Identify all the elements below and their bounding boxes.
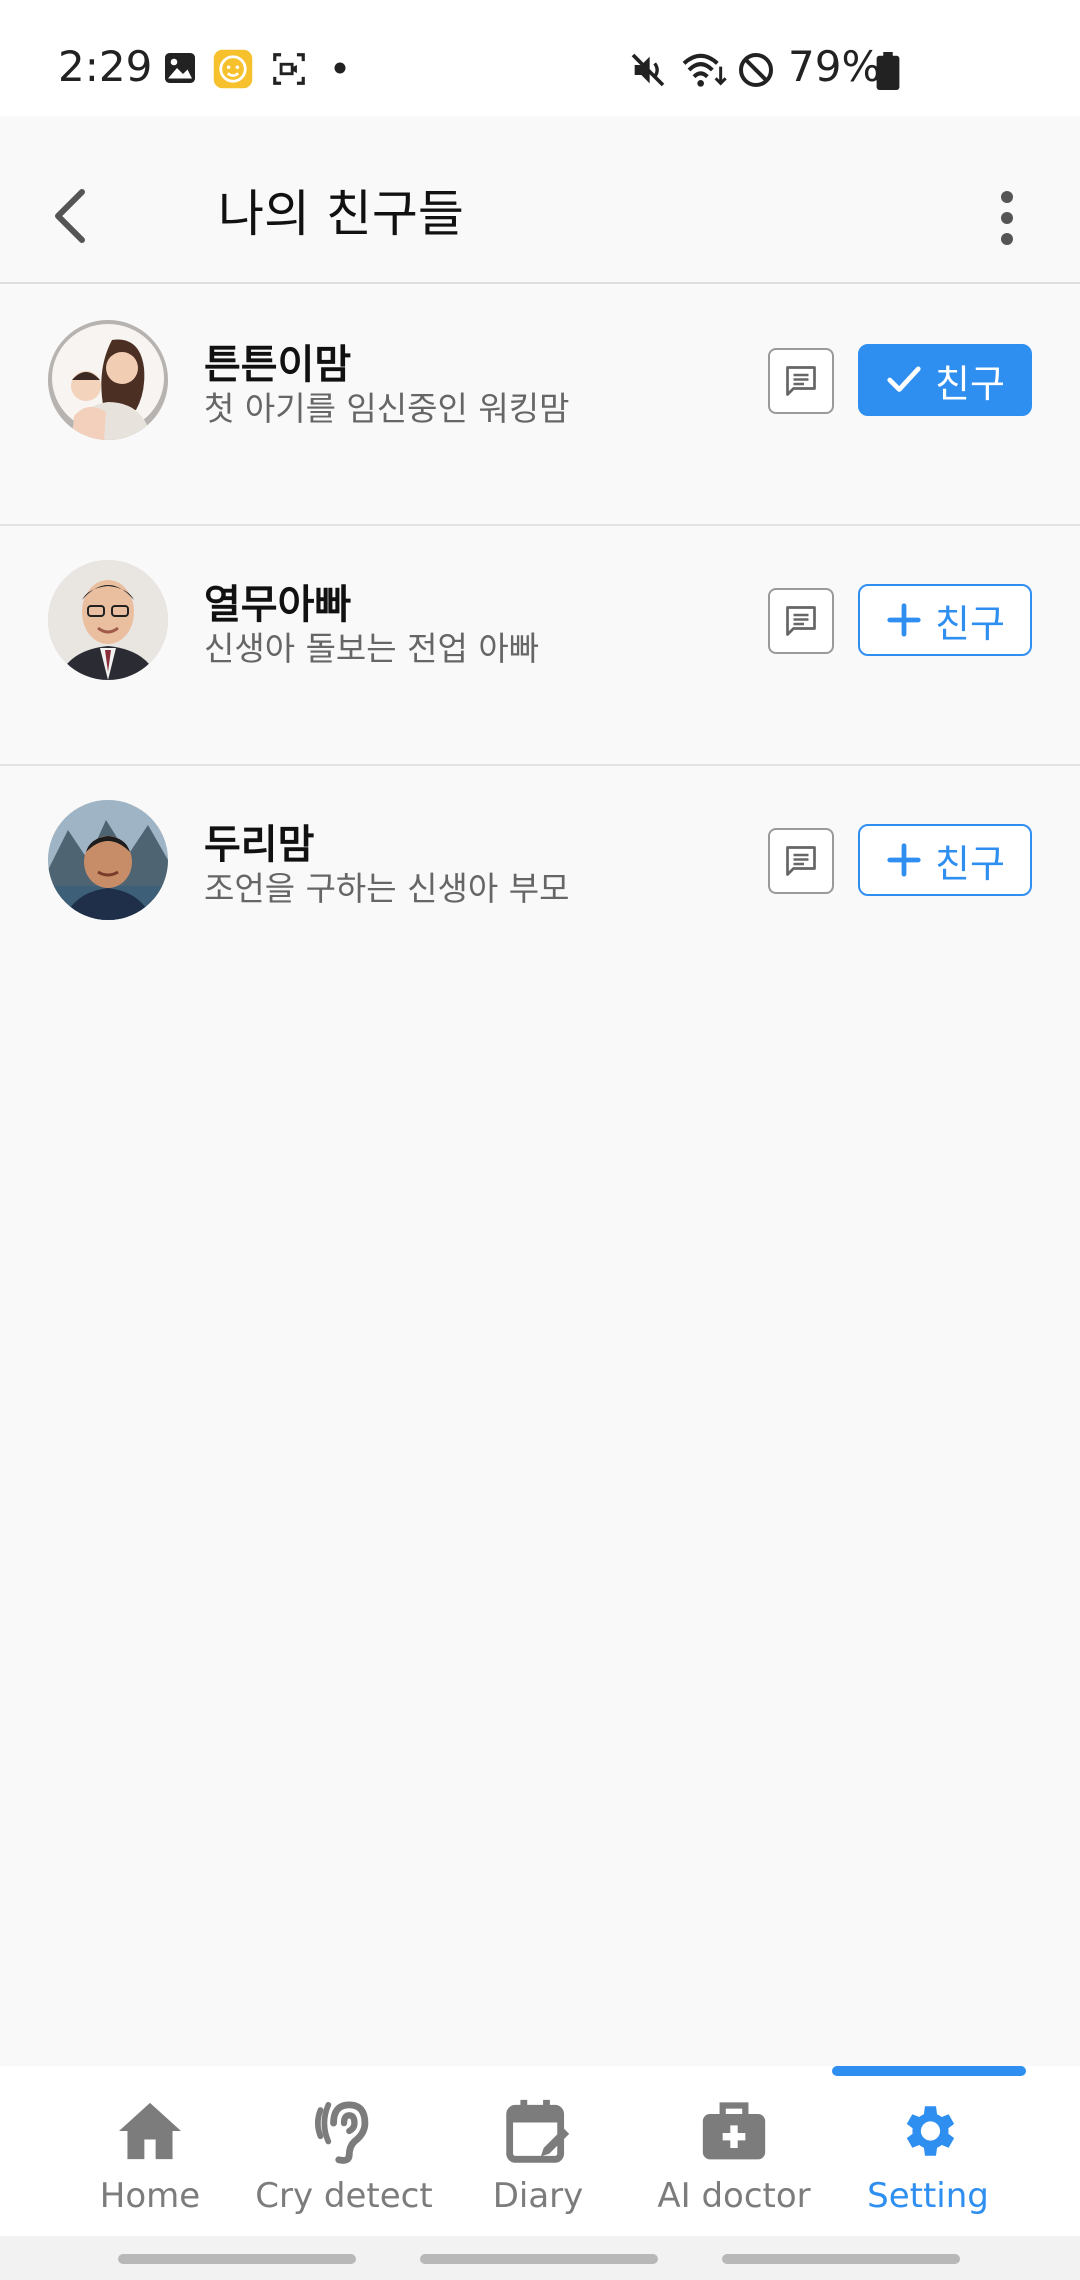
nav-item-setting[interactable]: Setting [828,2066,1028,2236]
do-not-disturb-icon [739,53,773,87]
nav-label: Setting [867,2176,989,2216]
nav-item-ai-doctor[interactable]: AI doctor [634,2066,834,2236]
gesture-pill[interactable] [722,2254,960,2264]
mute-icon [631,53,665,87]
page-title: 나의 친구들 [218,185,464,243]
more-vert-icon[interactable] [992,188,1022,248]
friend-description: 신생아 돌보는 전업 아빠 [204,629,540,668]
nav-label: Home [99,2176,201,2216]
chat-icon [786,606,816,636]
nav-label: Cry detect [255,2176,433,2216]
chat-icon [786,366,816,396]
avatar[interactable] [48,560,168,680]
message-button[interactable] [768,828,834,894]
friend-row[interactable]: 열무아빠 신생아 돌보는 전업 아빠 친구 [0,526,1080,766]
nav-item-diary[interactable]: Diary [438,2066,638,2236]
screen-record-icon [273,53,305,85]
gear-icon [906,2106,955,2156]
nav-label: AI doctor [657,2176,811,2216]
nav-item-cry-detect[interactable]: Cry detect [244,2066,444,2236]
ear-icon [314,2101,369,2164]
gesture-pill[interactable] [420,2254,658,2264]
friend-list: 튼튼이맘 첫 아기를 임신중인 워킹맘 친구 열무아빠 신생아 돌보는 전업 아… [0,286,1080,1006]
app-bar: 나의 친구들 [0,116,1080,284]
friend-row[interactable]: 두리맘 조언을 구하는 신생아 부모 친구 [0,766,1080,1006]
friend-button-label: 친구 [935,361,1005,406]
battery-percent: 79% [788,42,882,91]
friend-status-button[interactable]: 친구 [858,344,1032,416]
friend-button-label: 친구 [935,841,1005,886]
friend-description: 조언을 구하는 신생아 부모 [204,869,570,908]
home-icon [119,2102,181,2160]
status-time: 2:29 [58,42,153,91]
friend-description: 첫 아기를 임신중인 워킹맘 [204,389,570,428]
baby-app-icon [213,49,253,89]
avatar[interactable] [48,800,168,920]
back-button[interactable] [46,186,96,246]
gallery-icon [165,53,195,83]
add-friend-button[interactable]: 친구 [858,824,1032,896]
system-gesture-bar [0,2236,1080,2280]
medical-bag-icon [702,2102,766,2160]
message-button[interactable] [768,348,834,414]
chat-icon [786,846,816,876]
add-friend-button[interactable]: 친구 [858,584,1032,656]
nav-item-home[interactable]: Home [50,2066,250,2236]
plus-icon [887,603,921,637]
wifi-icon [682,53,727,87]
nav-label: Diary [492,2176,584,2216]
message-button[interactable] [768,588,834,654]
plus-icon [887,843,921,877]
status-bar: 2:29 79% [0,0,1080,116]
notification-dot-icon [334,62,346,74]
bottom-nav: Home Cry detect Diary AI doctor Setting [0,2066,1080,2236]
gesture-pill[interactable] [118,2254,356,2264]
battery-icon [876,52,900,90]
friend-button-label: 친구 [935,601,1005,646]
avatar[interactable] [48,320,168,440]
check-icon [887,366,921,392]
friend-row[interactable]: 튼튼이맘 첫 아기를 임신중인 워킹맘 친구 [0,286,1080,526]
calendar-edit-icon [506,2099,570,2163]
